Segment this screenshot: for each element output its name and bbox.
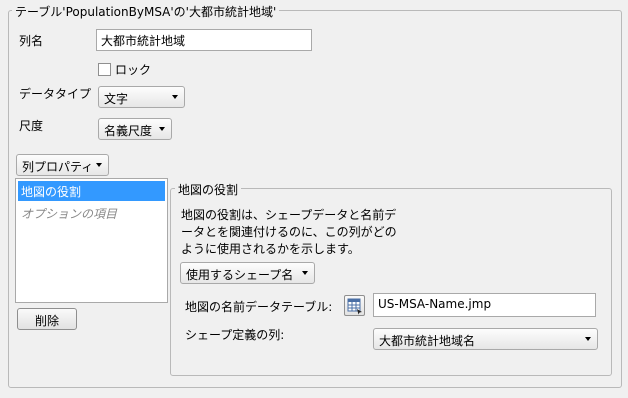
- shape-column-value: 大都市統計地域名: [379, 334, 476, 348]
- scale-value: 名義尺度: [104, 124, 153, 138]
- chevron-down-icon: [585, 337, 591, 341]
- data-type-value: 文字: [104, 92, 129, 106]
- name-table-input[interactable]: US-MSA-Name.jmp: [373, 293, 596, 317]
- column-name-input[interactable]: 大都市統計地域: [96, 29, 312, 51]
- list-item-optional[interactable]: オプションの項目: [18, 203, 165, 223]
- list-item-map-role[interactable]: 地図の役割: [18, 181, 165, 201]
- chevron-down-icon: [302, 271, 308, 275]
- shape-column-label: シェープ定義の列:: [185, 328, 285, 342]
- table-picker-button[interactable]: [344, 295, 365, 316]
- properties-list[interactable]: 地図の役割 オプションの項目: [15, 178, 168, 303]
- shape-column-dropdown[interactable]: 大都市統計地域名: [373, 328, 598, 350]
- data-type-label: データタイプ: [19, 87, 92, 101]
- lock-checkbox[interactable]: [98, 63, 111, 76]
- column-name-label: 列名: [19, 34, 44, 48]
- scale-label: 尺度: [19, 119, 44, 133]
- column-properties-dropdown[interactable]: 列プロパティ: [16, 154, 109, 176]
- column-properties-label: 列プロパティ: [22, 160, 94, 174]
- map-role-description: 地図の役割は、シェープデータと名前デ ータとを関連付けるのに、この列がどの よう…: [181, 207, 421, 258]
- map-role-title: 地図の役割: [175, 181, 242, 198]
- chevron-down-icon: [159, 127, 165, 131]
- name-table-label: 地図の名前データテーブル:: [185, 300, 333, 314]
- table-picker-icon: [347, 298, 362, 315]
- delete-button[interactable]: 削除: [17, 308, 77, 330]
- data-type-dropdown[interactable]: 文字: [98, 86, 185, 108]
- map-role-type-value: 使用するシェープ名: [186, 268, 294, 282]
- description-line-2: ータとを関連付けるのに、この列がどの: [181, 225, 397, 239]
- map-role-type-dropdown[interactable]: 使用するシェープ名: [180, 262, 315, 284]
- description-line-1: 地図の役割は、シェープデータと名前デ: [181, 208, 397, 222]
- chevron-down-icon: [96, 163, 102, 167]
- description-line-3: ように使用されるかを示します。: [181, 242, 360, 256]
- chevron-down-icon: [172, 95, 178, 99]
- outer-group-title: テーブル'PopulationByMSA'の'大都市統計地域': [12, 3, 280, 20]
- lock-label: ロック: [115, 63, 152, 77]
- scale-dropdown[interactable]: 名義尺度: [98, 118, 172, 140]
